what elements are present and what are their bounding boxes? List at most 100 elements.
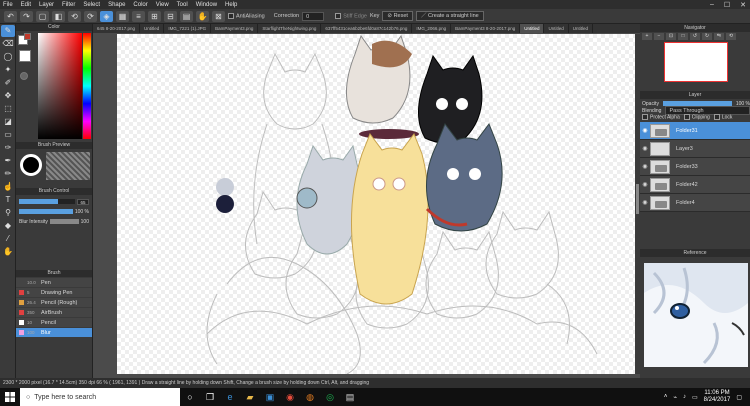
invert-icon[interactable]: ◧ (52, 10, 65, 22)
brush-item[interactable]: 10.0 Pen (16, 278, 92, 287)
menu-edit[interactable]: Edit (21, 2, 31, 8)
chevron-up-icon[interactable]: ˄ (664, 394, 668, 400)
secondary-color-swatch[interactable] (24, 33, 31, 40)
layer-item[interactable]: ◉ Folder31 (640, 122, 750, 140)
brush-item[interactable]: 100 Blur (16, 328, 92, 337)
navigator-thumbnail[interactable] (664, 42, 728, 82)
taskbar-search[interactable]: ○ Type here to search (20, 388, 180, 406)
select-tool-icon[interactable]: ⬚ (1, 103, 15, 115)
pen-line-tool-icon[interactable]: ⁄ (1, 233, 15, 245)
brush-tool-icon[interactable]: ✎ (1, 25, 15, 37)
shape-tool-icon[interactable]: ◆ (1, 220, 15, 232)
reset-button[interactable]: ⊘ Reset (382, 11, 413, 21)
lock-checkbox[interactable]: Lock (713, 114, 732, 121)
cortana-icon[interactable]: ○ (180, 388, 200, 406)
network-icon[interactable]: ⌁ (673, 394, 677, 401)
file-explorer-icon[interactable]: ▰ (240, 388, 260, 406)
document-tab[interactable]: 645 8-20-2017.png (93, 24, 141, 33)
edge-icon[interactable]: e (220, 388, 240, 406)
antialiasing-checkbox[interactable]: AntiAliasing (228, 12, 265, 19)
color-wheel-toggle[interactable] (20, 72, 28, 80)
brush-density-slider[interactable] (19, 209, 73, 214)
document-tab[interactable]: 637ff5431cea6b2be6fd0a87c142b76.png (321, 24, 413, 33)
brush-item[interactable]: 350 AirBrush (16, 308, 92, 317)
saturation-value-picker[interactable] (38, 33, 82, 139)
fill-tool-icon[interactable]: ◪ (1, 116, 15, 128)
undo-icon[interactable]: ↶ (4, 10, 17, 22)
filter-icon[interactable]: ⊠ (212, 10, 225, 22)
brush-item[interactable]: 5 Drawing Pen (16, 288, 92, 297)
protect-alpha-checkbox[interactable]: Protect Alpha (642, 114, 680, 121)
visibility-eye-icon[interactable]: ◉ (640, 127, 650, 134)
smudge-tool-icon[interactable]: ☝ (1, 181, 15, 193)
gradient-tool-icon[interactable]: ▭ (1, 129, 15, 141)
grid-icon[interactable]: ▦ (116, 10, 129, 22)
layer-item[interactable]: ◉ Folder33 (640, 158, 750, 176)
zoom-out-icon[interactable]: − (654, 33, 664, 40)
ruler-icon[interactable]: ≡ (132, 10, 145, 22)
clock[interactable]: 11:06 PM 8/24/2017 (704, 390, 731, 404)
document-tab[interactable]: Untitled (140, 24, 165, 33)
fit-icon[interactable]: ⊡ (666, 33, 676, 40)
magic-wand-tool-icon[interactable]: ✦ (1, 64, 15, 76)
document-tab[interactable]: StarflightTheNightwing.png (258, 24, 322, 33)
blur-intensity-slider[interactable] (49, 219, 79, 224)
dropper-tool-icon[interactable]: ⚲ (1, 207, 15, 219)
hand-tool-icon[interactable]: ✋ (1, 246, 15, 258)
transparent-swatch[interactable] (19, 50, 31, 62)
spotify-icon[interactable]: ◎ (320, 388, 340, 406)
lasso-tool-icon[interactable]: ◯ (1, 51, 15, 63)
document-tab[interactable]: Untitled (520, 24, 545, 33)
menu-shape[interactable]: Shape (108, 2, 125, 8)
document-tab[interactable]: IMG_2066.png (412, 24, 452, 33)
zoom-in-icon[interactable]: + (642, 33, 652, 40)
volume-icon[interactable]: ♪ (683, 394, 686, 400)
perspective-icon[interactable]: ⊞ (148, 10, 161, 22)
drawing-canvas[interactable] (117, 34, 636, 375)
document-tab[interactable]: BamPayment3.png (211, 24, 259, 33)
snap-icon[interactable]: ⊟ (164, 10, 177, 22)
brush-item[interactable]: 26.4 Pencil (Rough) (16, 298, 92, 307)
document-tab[interactable]: IMG_7221 (1).JPG (164, 24, 212, 33)
task-view-icon[interactable]: ❐ (200, 388, 220, 406)
notifications-icon[interactable]: ▢ (736, 394, 742, 401)
symmetry-icon[interactable]: ▤ (180, 10, 193, 22)
clipping-checkbox[interactable]: Clipping (683, 114, 710, 121)
actual-size-icon[interactable]: □ (678, 33, 688, 40)
flip-view-icon[interactable]: ⇋ (714, 33, 724, 40)
document-tab[interactable]: Untitled (544, 24, 569, 33)
airbrush-tool-icon[interactable]: ✑ (1, 142, 15, 154)
hue-slider[interactable] (83, 33, 91, 139)
straight-line-button[interactable]: ／ Create a straight line (415, 11, 484, 21)
battery-icon[interactable]: ▭ (692, 394, 698, 401)
menu-layer[interactable]: Layer (39, 2, 54, 8)
layer-item[interactable]: ◉ Layer3 (640, 140, 750, 158)
chrome-icon[interactable]: ◉ (280, 388, 300, 406)
rotate-left-icon[interactable]: ⟲ (68, 10, 81, 22)
hand-icon[interactable]: ✋ (196, 10, 209, 22)
reset-view-icon[interactable]: ⟲ (726, 33, 736, 40)
correction-select[interactable]: 0 (302, 11, 325, 21)
menu-tool[interactable]: Tool (177, 2, 188, 8)
visibility-eye-icon[interactable]: ◉ (640, 199, 650, 206)
menu-help[interactable]: Help (225, 2, 237, 8)
store-icon[interactable]: ▣ (260, 388, 280, 406)
rotate-right-icon[interactable]: ⟳ (84, 10, 97, 22)
menu-filter[interactable]: Filter (62, 2, 75, 8)
start-button[interactable] (0, 388, 20, 406)
visibility-eye-icon[interactable]: ◉ (640, 145, 650, 152)
reference-image[interactable] (644, 263, 748, 367)
menu-file[interactable]: File (3, 2, 13, 8)
brush-size-slider[interactable] (19, 199, 75, 204)
paint-tool-app-icon[interactable]: ▤ (340, 388, 360, 406)
rotate-view-right-icon[interactable]: ↻ (702, 33, 712, 40)
minimize-button[interactable]: – (710, 1, 714, 8)
maximize-button[interactable]: ☐ (724, 1, 730, 9)
menu-view[interactable]: View (156, 2, 169, 8)
visibility-eye-icon[interactable]: ◉ (640, 163, 650, 170)
move-tool-icon[interactable]: ✥ (1, 90, 15, 102)
eraser-tool-icon[interactable]: ⌫ (1, 38, 15, 50)
rotate-view-left-icon[interactable]: ↺ (690, 33, 700, 40)
redo-icon[interactable]: ↷ (20, 10, 33, 22)
menu-color[interactable]: Color (133, 2, 147, 8)
